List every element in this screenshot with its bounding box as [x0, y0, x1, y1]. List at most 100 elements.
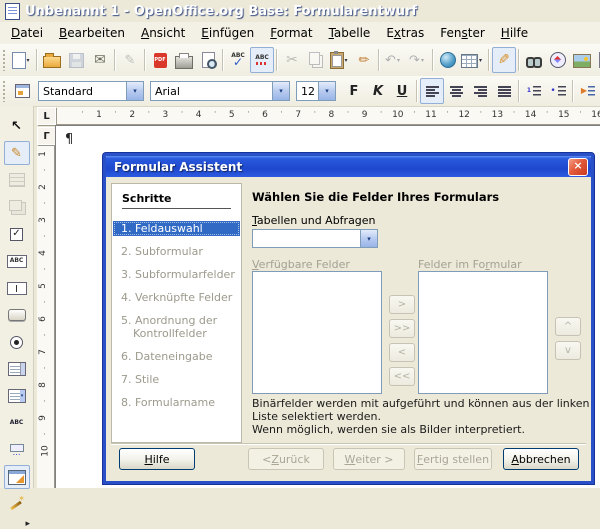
- open-button[interactable]: [40, 47, 64, 73]
- align-right-button[interactable]: [468, 78, 492, 104]
- underline-button[interactable]: U: [390, 78, 414, 104]
- justify-button[interactable]: [492, 78, 516, 104]
- available-fields-listbox[interactable]: [252, 271, 382, 394]
- bold-button[interactable]: F: [342, 78, 366, 104]
- styles-window-icon: [15, 84, 30, 98]
- align-left-button[interactable]: [420, 78, 444, 104]
- close-icon[interactable]: ×: [568, 158, 588, 176]
- find-replace-button[interactable]: [522, 47, 546, 73]
- font-size-combobox[interactable]: 12▾: [296, 81, 336, 101]
- wizard-step[interactable]: 5. Anordnung der Kontrollfelder: [113, 313, 240, 341]
- list-box-button[interactable]: [4, 357, 30, 381]
- form-design-button[interactable]: [4, 465, 30, 489]
- pdf-button[interactable]: PDF: [148, 47, 172, 73]
- align-center-icon: [450, 86, 463, 97]
- toolbar-separator: [432, 49, 434, 71]
- toolbar-expand-icon[interactable]: ▸: [25, 519, 30, 529]
- move-all-right-button: >>: [389, 319, 415, 338]
- wizard-step[interactable]: 1. Feldauswahl: [113, 221, 240, 236]
- chevron-down-icon[interactable]: ▾: [360, 229, 378, 248]
- tables-queries-combobox[interactable]: ▾: [252, 229, 378, 248]
- mail-button[interactable]: [88, 47, 112, 73]
- new-button[interactable]: ▾: [10, 47, 34, 73]
- page-preview-button[interactable]: [196, 47, 220, 73]
- autospellcheck-button[interactable]: ABC: [250, 47, 274, 73]
- hruler-number: 5: [229, 110, 235, 120]
- wizard-step[interactable]: 3. Subformularfelder: [113, 267, 240, 282]
- redo-icon: [409, 54, 420, 67]
- dialog-titlebar[interactable]: Formular Assistent ×: [106, 156, 591, 177]
- autospellcheck-icon: ABC: [255, 55, 269, 65]
- chevron-down-icon[interactable]: ▾: [272, 81, 290, 101]
- numbered-list-icon: [527, 86, 541, 96]
- toolbar-drag-handle[interactable]: [2, 80, 7, 102]
- cancel-button[interactable]: Abbrechen: [503, 448, 579, 470]
- toolbar-drag-handle[interactable]: [2, 49, 7, 71]
- menu-item-einfgen[interactable]: Einfügen: [193, 24, 262, 42]
- menu-item-format[interactable]: Format: [262, 24, 320, 42]
- chevron-down-icon[interactable]: ▾: [126, 81, 144, 101]
- toolbar-separator: [518, 80, 520, 102]
- vertical-ruler: ·1·2·3·4·5·6·7·8·9·10: [37, 146, 55, 488]
- paste-button[interactable]: ▾: [328, 47, 352, 73]
- check-box-button[interactable]: [4, 222, 30, 246]
- insert-table-button[interactable]: ▾: [460, 47, 486, 73]
- formatted-field-icon: [7, 282, 27, 295]
- control-properties-icon: [9, 173, 25, 187]
- menu-item-datei[interactable]: Datei: [3, 24, 51, 42]
- chevron-down-icon[interactable]: ▾: [318, 81, 336, 101]
- indent-increase-icon: [581, 86, 595, 96]
- edit-mode-button[interactable]: [492, 47, 516, 73]
- formatted-field-button[interactable]: [4, 276, 30, 300]
- wizards-button[interactable]: [4, 492, 30, 516]
- gallery-button[interactable]: [570, 47, 594, 73]
- wizard-step[interactable]: 4. Verknüpfte Felder: [113, 290, 240, 305]
- wizard-step[interactable]: 8. Formularname: [113, 395, 240, 410]
- dropdown-arrow-icon: ▾: [397, 57, 403, 64]
- menu-item-ansicht[interactable]: Ansicht: [133, 24, 193, 42]
- wizard-step[interactable]: 6. Dateneingabe: [113, 349, 240, 364]
- list-box-icon: [8, 362, 26, 376]
- wizard-step[interactable]: 7. Stile: [113, 372, 240, 387]
- spellcheck-button[interactable]: ABC: [226, 47, 250, 73]
- note-line-2: Wenn möglich, werden sie als Bilder inte…: [252, 423, 600, 436]
- dropdown-arrow-icon: ▾: [421, 57, 427, 64]
- indent-increase-button[interactable]: [576, 78, 600, 104]
- paragraph-style-combobox[interactable]: Standard▾: [38, 81, 144, 101]
- format-paintbrush-button[interactable]: [352, 47, 376, 73]
- select-button[interactable]: [4, 114, 30, 138]
- menu-item-tabelle[interactable]: Tabelle: [321, 24, 379, 42]
- ruler-tick: ·: [546, 108, 549, 118]
- numbered-list-button[interactable]: [522, 78, 546, 104]
- menu-item-hilfe[interactable]: Hilfe: [493, 24, 536, 42]
- font-name-combobox[interactable]: Arial▾: [150, 81, 290, 101]
- push-button-button[interactable]: [4, 303, 30, 327]
- bullet-list-button[interactable]: [546, 78, 570, 104]
- formatting-combos: Standard▾ Arial▾ 12▾: [38, 81, 342, 101]
- navigator-button[interactable]: [546, 47, 570, 73]
- text-box-button[interactable]: ABC: [4, 249, 30, 273]
- align-center-button[interactable]: [444, 78, 468, 104]
- design-mode-button[interactable]: [4, 141, 30, 165]
- hruler-number: 6: [262, 110, 268, 120]
- menu-item-extras[interactable]: Extras: [378, 24, 432, 42]
- menu-item-fenster[interactable]: Fenster: [432, 24, 493, 42]
- vruler-number: 8: [38, 382, 48, 388]
- binary-fields-note: Binärfelder werden mit aufgeführt und kö…: [252, 397, 600, 436]
- option-button-button[interactable]: [4, 330, 30, 354]
- more-controls-button[interactable]: [4, 438, 30, 462]
- icon-text: ABC: [231, 53, 245, 59]
- fields-in-form-listbox[interactable]: [418, 271, 548, 394]
- tab-stop-selector[interactable]: L: [37, 107, 56, 125]
- wizard-step[interactable]: 2. Subformular: [113, 244, 240, 259]
- hyperlink-button[interactable]: [436, 47, 460, 73]
- styles-formatting-button[interactable]: [10, 78, 34, 104]
- italic-icon: K: [373, 85, 383, 98]
- partial-button[interactable]: [594, 47, 600, 73]
- menu-item-bearbeiten[interactable]: Bearbeiten: [51, 24, 133, 42]
- help-button[interactable]: Hilfe: [119, 448, 195, 470]
- combo-box-button[interactable]: [4, 384, 30, 408]
- italic-button[interactable]: K: [366, 78, 390, 104]
- print-button[interactable]: [172, 47, 196, 73]
- label-field-button[interactable]: ABC: [4, 411, 30, 435]
